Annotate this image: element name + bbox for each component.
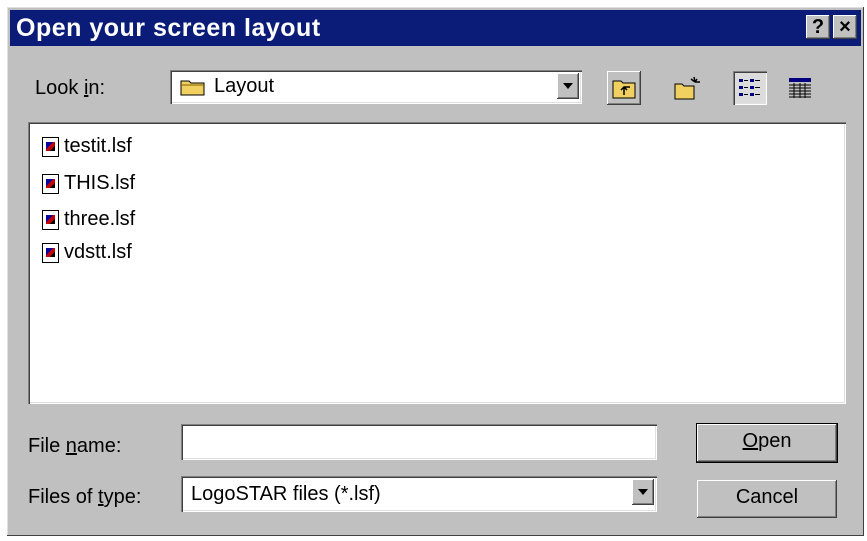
file-icon — [42, 174, 59, 194]
file-name-field[interactable] — [181, 424, 657, 460]
open-button[interactable]: Open — [696, 423, 838, 463]
file-type-value: LogoSTAR files (*.lsf) — [191, 483, 381, 505]
folder-icon — [180, 78, 206, 101]
up-folder-icon — [612, 77, 636, 104]
chevron-down-icon[interactable] — [632, 479, 654, 505]
file-icon — [42, 137, 59, 157]
file-name: THIS.lsf — [64, 172, 136, 194]
file-name-label: File name: — [28, 435, 122, 457]
create-new-folder-button[interactable] — [670, 71, 704, 105]
title-bar[interactable]: Open your screen layout ? × — [10, 10, 861, 46]
cancel-button[interactable]: Cancel — [697, 480, 837, 518]
file-name: vdstt.lsf — [64, 241, 132, 263]
new-folder-icon — [674, 75, 702, 106]
file-name: three.lsf — [64, 208, 136, 230]
look-in-label: Look in: — [35, 77, 106, 99]
file-list[interactable]: testit.lsf THIS.lsf three.lsf vdstt.lsf — [28, 122, 846, 404]
open-dialog: Open your screen layout ? × Look in: Lay… — [7, 7, 864, 536]
close-button[interactable]: × — [833, 15, 857, 39]
file-type-label: Files of type: — [28, 486, 142, 508]
dialog-title: Open your screen layout — [16, 14, 321, 42]
file-name: testit.lsf — [64, 135, 132, 157]
file-icon — [42, 243, 59, 263]
file-icon — [42, 210, 59, 230]
look-in-value: Layout — [214, 75, 275, 97]
details-view-button[interactable] — [783, 71, 817, 105]
file-type-select[interactable]: LogoSTAR files (*.lsf) — [181, 476, 657, 512]
details-view-icon — [789, 78, 811, 103]
list-view-button[interactable] — [733, 71, 767, 105]
chevron-down-icon[interactable] — [557, 73, 579, 99]
up-one-level-button[interactable] — [607, 71, 641, 105]
list-view-icon — [739, 78, 761, 103]
look-in-select[interactable]: Layout — [170, 70, 582, 104]
help-button[interactable]: ? — [806, 15, 830, 39]
